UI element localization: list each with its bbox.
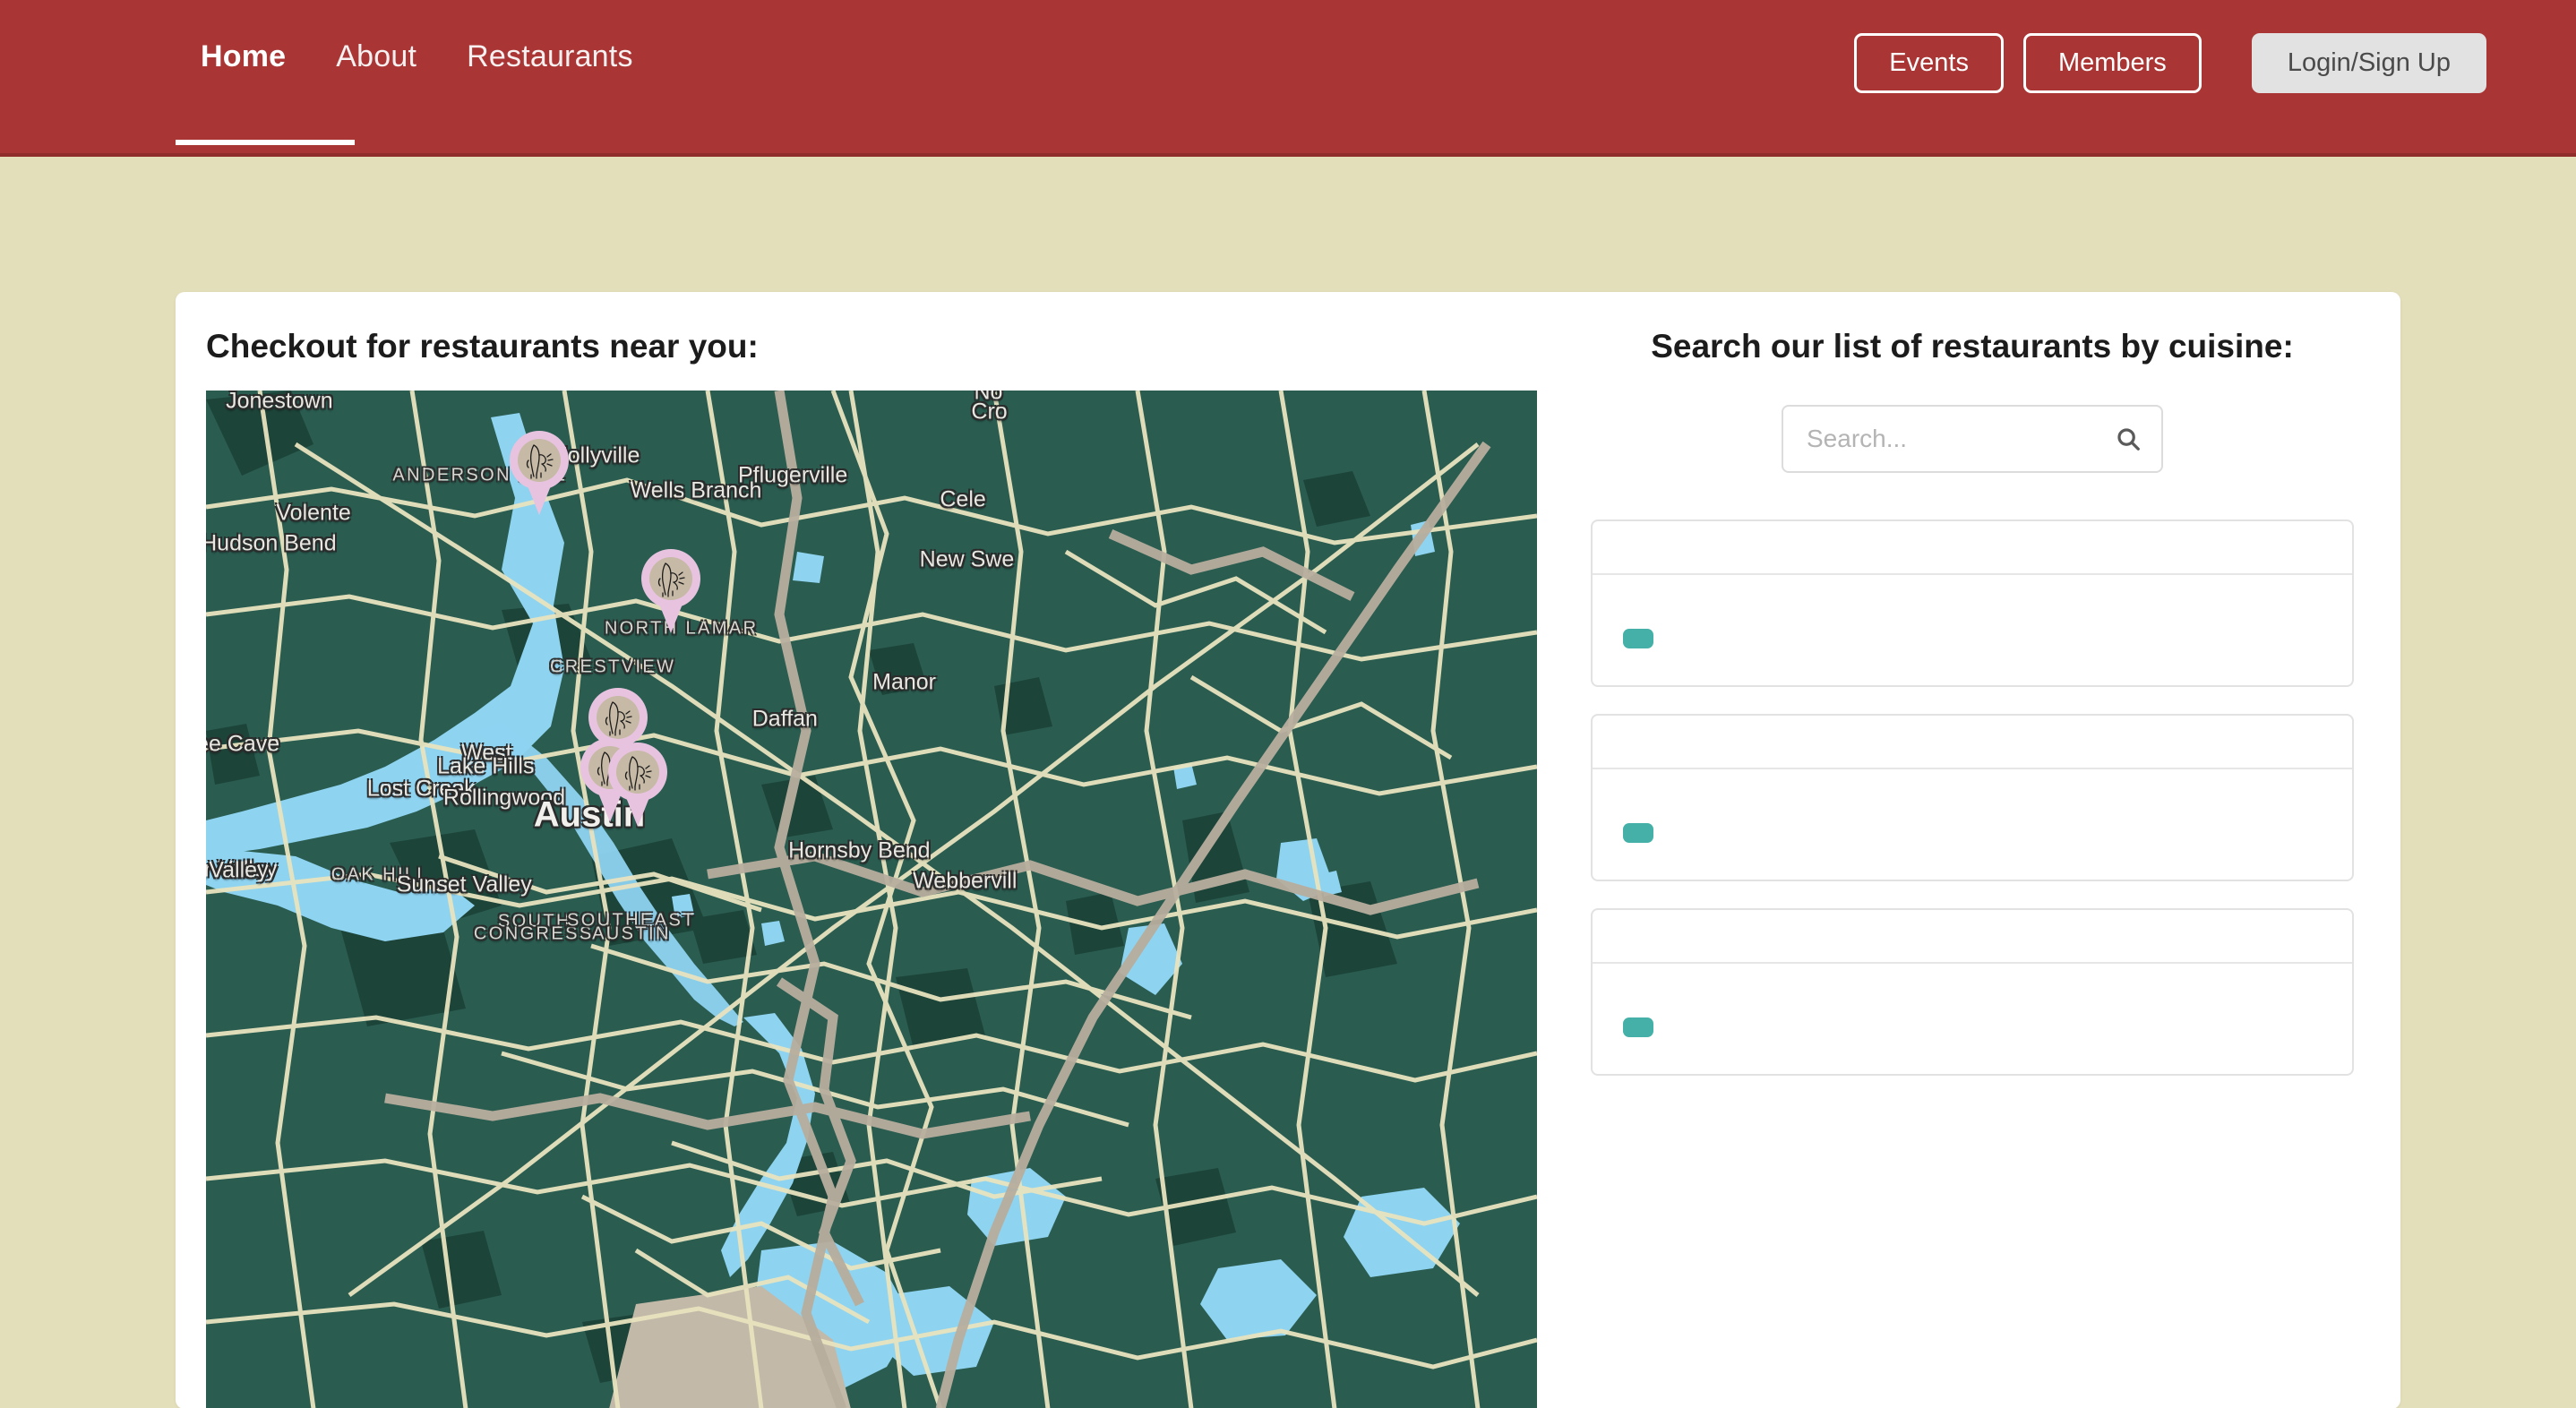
nav-link-home[interactable]: Home [176, 39, 311, 74]
map-pin-restaurant[interactable] [510, 431, 570, 515]
pin-illustration-icon [648, 557, 692, 600]
search-box[interactable] [1782, 405, 2163, 473]
nav-active-underline [176, 140, 355, 145]
search-area [1591, 405, 2354, 473]
restaurant-card-header [1593, 910, 2352, 964]
login-signup-button[interactable]: Login/Sign Up [2251, 33, 2486, 93]
nav-links: Home About Restaurants [176, 39, 658, 74]
events-button[interactable]: Events [1854, 33, 2004, 93]
restaurant-card-header [1593, 521, 2352, 575]
pin-illustration-icon [596, 696, 640, 739]
restaurant-card-body [1593, 769, 2352, 880]
map-vector [206, 391, 1537, 1408]
cuisine-badge[interactable] [1623, 629, 1653, 648]
cuisine-badge[interactable] [1623, 823, 1653, 843]
restaurant-card[interactable] [1591, 519, 2354, 687]
search-heading: Search our list of restaurants by cuisin… [1651, 328, 2294, 365]
map-pin-restaurant[interactable] [607, 743, 667, 827]
restaurant-card-header [1593, 716, 2352, 769]
restaurant-list [1591, 519, 2354, 1076]
map-pin-restaurant[interactable] [640, 549, 700, 633]
search-icon[interactable] [2115, 425, 2142, 452]
search-input[interactable] [1783, 407, 2161, 471]
nav-link-restaurants[interactable]: Restaurants [442, 39, 658, 74]
nav-link-about[interactable]: About [311, 39, 442, 74]
map-heading: Checkout for restaurants near you: [206, 328, 759, 365]
nav-actions: Events Members Login/Sign Up [1854, 33, 2486, 93]
top-navbar: Home About Restaurants Events Members Lo… [0, 0, 2576, 157]
map-column: Checkout for restaurants near you: Jones… [176, 292, 1537, 1408]
content-card: Checkout for restaurants near you: Jones… [176, 292, 2400, 1408]
members-button[interactable]: Members [2022, 33, 2202, 93]
restaurant-card-body [1593, 575, 2352, 685]
search-column: Search our list of restaurants by cuisin… [1537, 292, 2400, 1408]
restaurant-map[interactable]: JonestownVolenteHudson BendBee CaveCedar… [206, 391, 1537, 1408]
cuisine-badge[interactable] [1623, 1017, 1653, 1037]
restaurant-card[interactable] [1591, 714, 2354, 881]
pin-illustration-icon [518, 439, 562, 482]
pin-illustration-icon [615, 751, 659, 794]
restaurant-card[interactable] [1591, 908, 2354, 1076]
page-body: Checkout for restaurants near you: Jones… [0, 157, 2576, 1408]
restaurant-card-body [1593, 964, 2352, 1074]
